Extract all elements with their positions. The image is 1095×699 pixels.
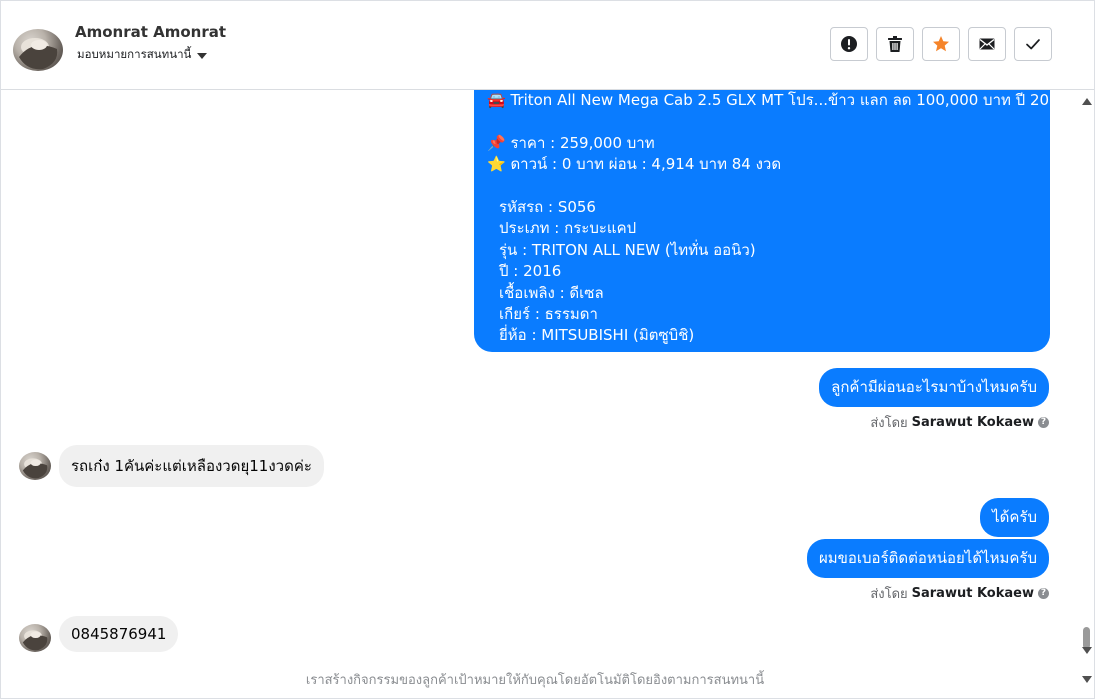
sent-by-label: ส่งโดย Sarawut Kokaew ?	[870, 583, 1049, 604]
listing-detail: เกียร์ : ธรรมดา	[499, 305, 598, 324]
caret-down-icon	[197, 52, 208, 59]
incoming-message: 0845876941	[59, 616, 179, 652]
listing-detail: ปี : 2016	[499, 262, 562, 281]
avatar-image	[22, 630, 48, 651]
contact-avatar-small	[19, 452, 51, 480]
outgoing-message: ลูกค้ามีผ่อนอะไรมาบ้างไหมครับ	[819, 368, 1049, 408]
conversation-header: Amonrat Amonrat มอบหมายการสนทนานี้	[1, 1, 1094, 90]
help-icon[interactable]: ?	[1038, 417, 1049, 428]
listing-detail: รุ่น : TRITON ALL NEW (ไททั่น ออนิว)	[499, 240, 756, 259]
listing-down-payment: ⭐ ดาวน์ : 0 บาท ผ่อน : 4,914 บาท 84 งวด	[487, 155, 782, 174]
listing-detail: รหัสรถ : S056	[499, 198, 596, 217]
listing-detail: เชื้อเพลิง : ดีเซล	[499, 283, 604, 302]
sender-name: Sarawut Kokaew	[911, 415, 1034, 430]
incoming-message: รถเก๋ง 1คันค่ะแต่เหลืองวดยุ11งวดค่ะ	[59, 445, 324, 487]
delete-button[interactable]	[876, 27, 914, 61]
message-thread[interactable]: 🚘 Triton All New Mega Cab 2.5 GLX MT โปร…	[1, 90, 1077, 670]
mark-spam-button[interactable]	[830, 27, 868, 61]
listing-detail: ยี่ห้อ : MITSUBISHI (มิตซูบิชิ)	[499, 326, 695, 345]
mark-unread-button[interactable]	[968, 27, 1006, 61]
envelope-icon	[979, 38, 995, 50]
automation-note: เราสร้างกิจกรรมของลูกค้าเป้าหมายให้กับคุ…	[305, 673, 765, 688]
contact-avatar[interactable]	[13, 29, 63, 71]
assign-conversation-dropdown[interactable]: มอบหมายการสนทนานี้	[77, 46, 208, 64]
outgoing-message: ได้ครับ	[980, 498, 1049, 538]
checkmark-icon	[1026, 39, 1040, 50]
sender-name: Sarawut Kokaew	[911, 586, 1034, 601]
sent-by-prefix: ส่งโดย	[870, 587, 908, 602]
trash-icon	[888, 36, 902, 52]
listing-message-bubble: 🚘 Triton All New Mega Cab 2.5 GLX MT โปร…	[474, 90, 1069, 352]
listing-spacer	[487, 111, 1050, 132]
assign-label: มอบหมายการสนทนานี้	[77, 47, 192, 61]
contact-avatar-small	[19, 624, 51, 652]
scroll-down-arrow-icon[interactable]	[1082, 647, 1092, 654]
contact-name: Amonrat Amonrat	[75, 23, 227, 41]
scroll-down-arrow-icon[interactable]	[1082, 676, 1092, 683]
mark-done-button[interactable]	[1014, 27, 1052, 61]
listing-price: 📌 ราคา : 259,000 บาท	[487, 133, 655, 152]
star-icon	[933, 36, 949, 52]
scrollbar[interactable]	[1078, 90, 1094, 697]
sent-by-prefix: ส่งโดย	[870, 416, 908, 431]
avatar-image	[19, 38, 58, 70]
scroll-thumb[interactable]	[1083, 627, 1090, 649]
listing-spacer	[487, 176, 1050, 197]
listing-title: 🚘 Triton All New Mega Cab 2.5 GLX MT โปร…	[487, 91, 1069, 109]
help-icon[interactable]: ?	[1038, 588, 1049, 599]
scroll-up-arrow-icon[interactable]	[1082, 98, 1092, 105]
conversation-actions	[830, 27, 1052, 61]
outgoing-message: ผมขอเบอร์ติดต่อหน่อยได้ไหมครับ	[806, 539, 1049, 579]
sent-by-label: ส่งโดย Sarawut Kokaew ?	[870, 412, 1049, 433]
alert-circle-icon	[841, 36, 857, 52]
avatar-image	[22, 458, 48, 479]
star-button[interactable]	[922, 27, 960, 61]
listing-detail: ประเภท : กระบะแคป	[499, 219, 637, 238]
